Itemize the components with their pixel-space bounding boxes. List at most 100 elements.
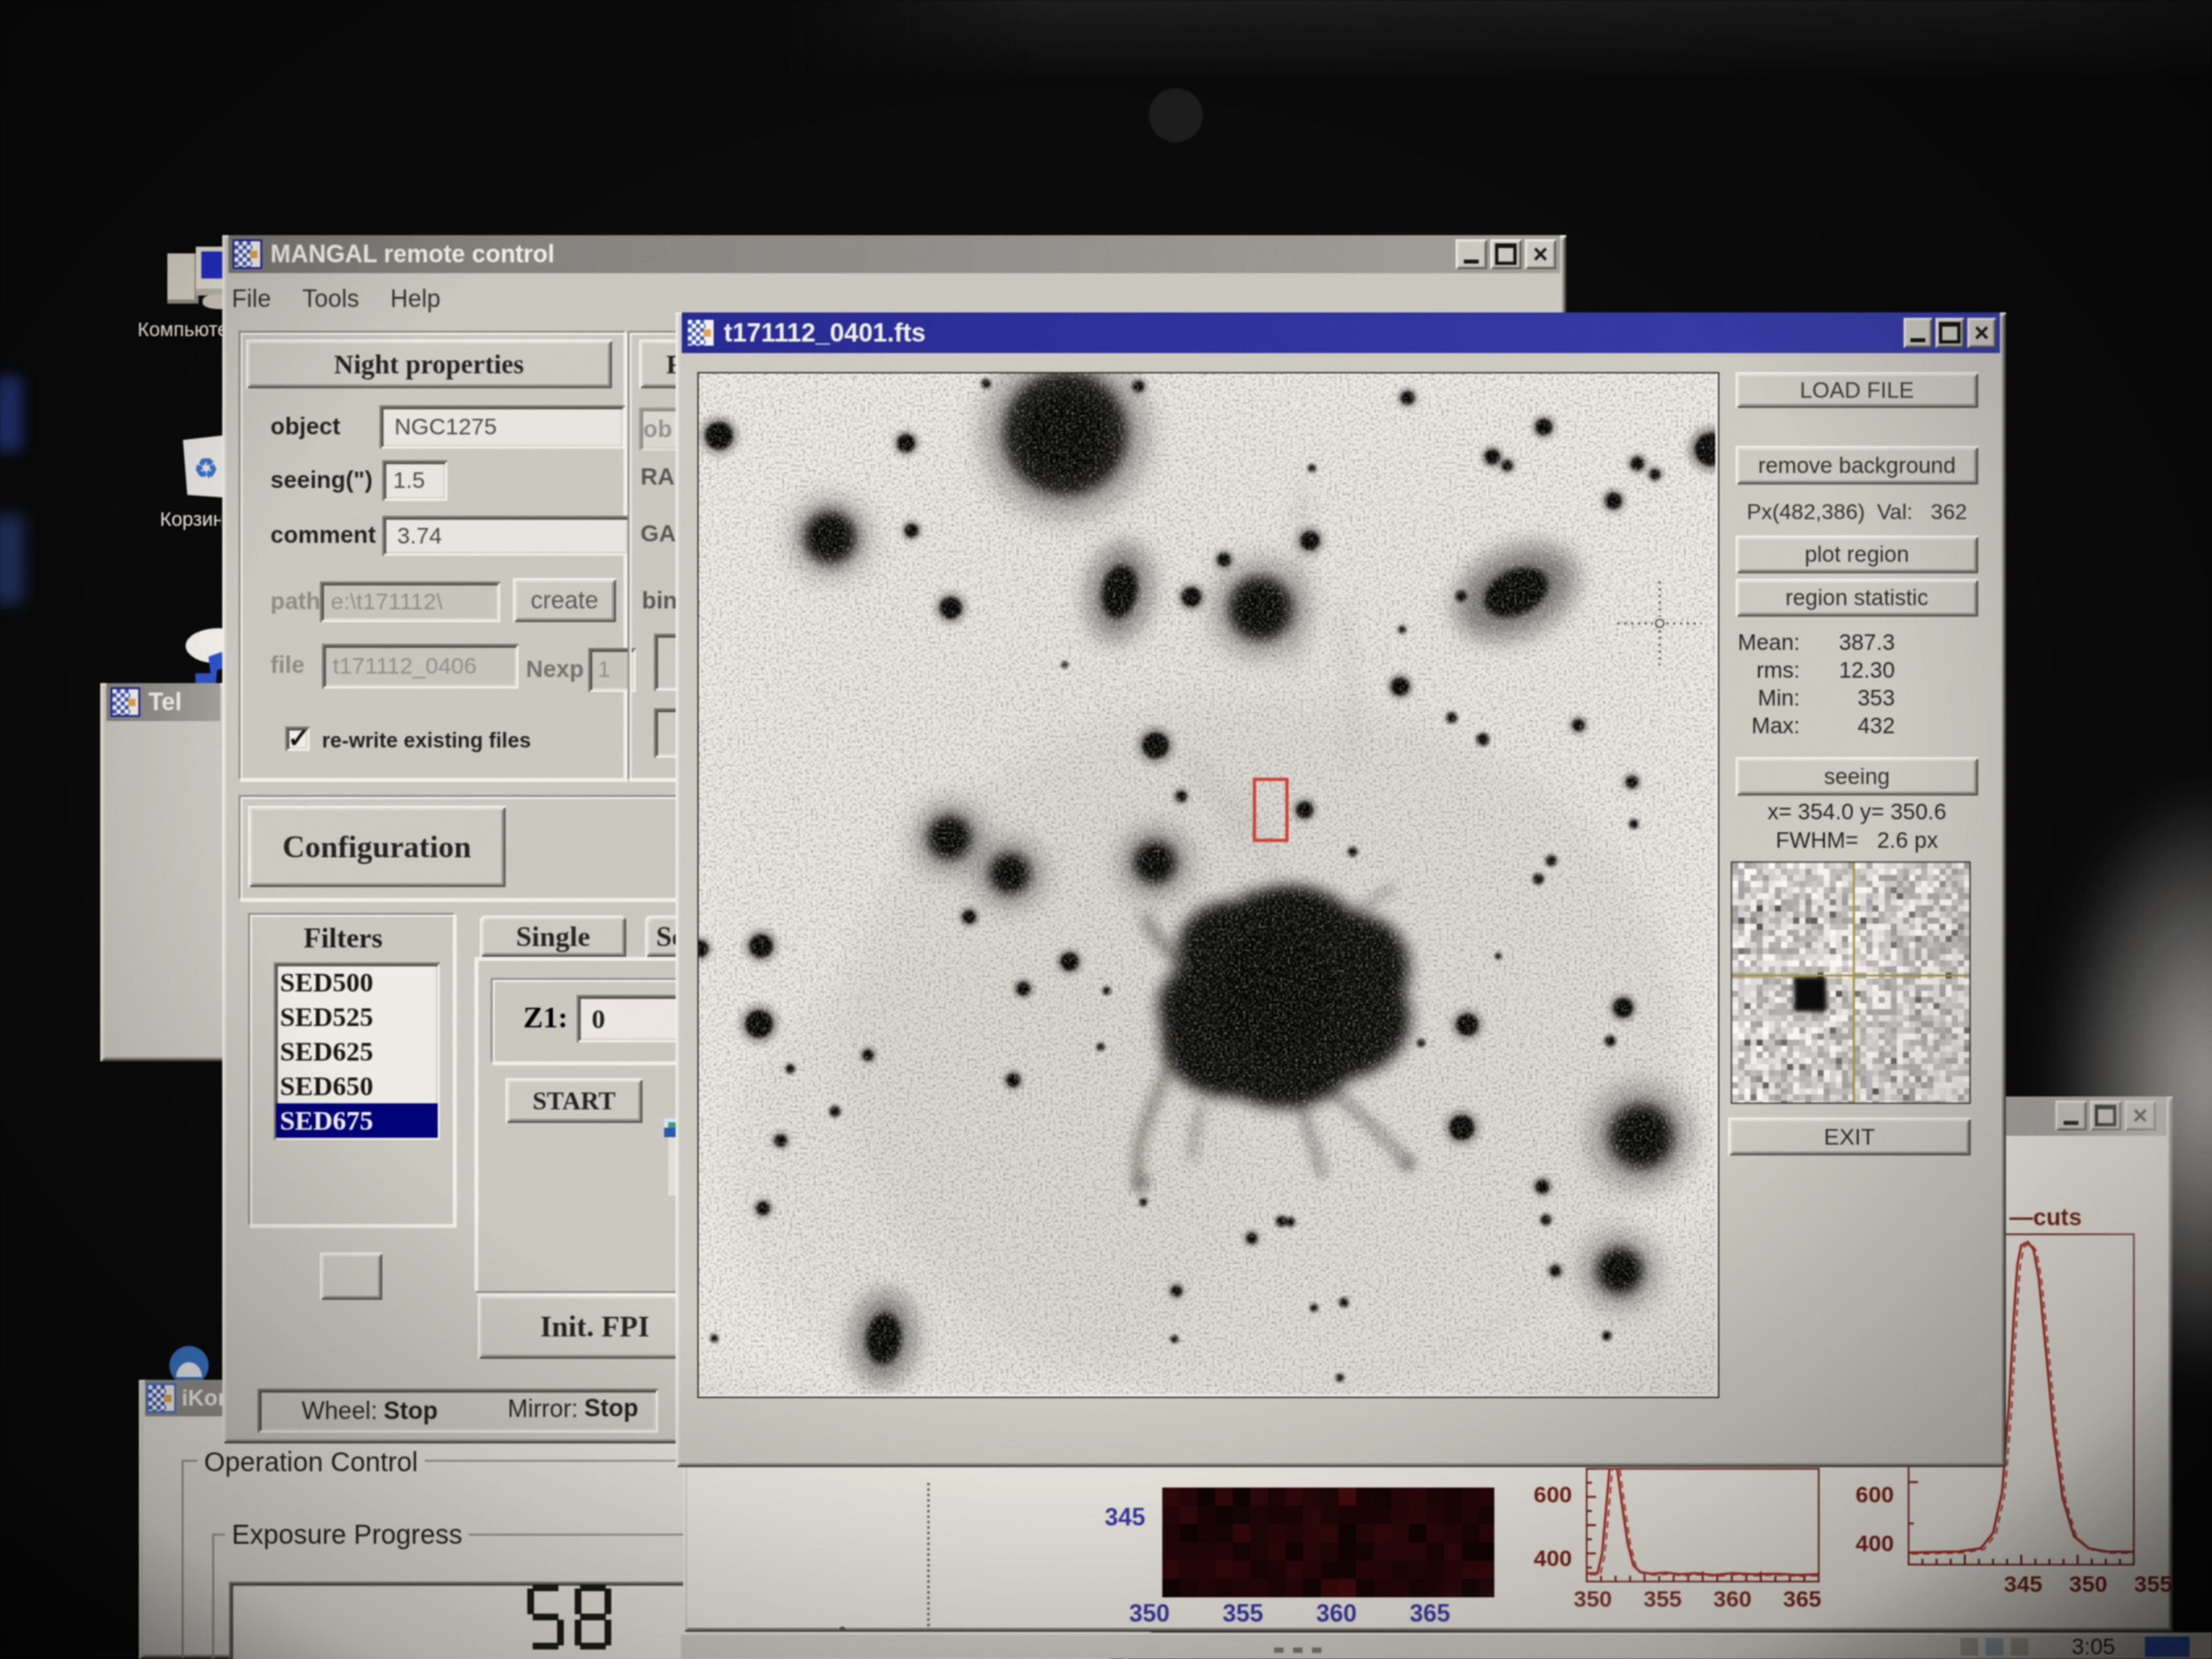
tel-window-titlebar[interactable]: Tel [106,683,220,721]
create-button[interactable]: create [513,578,616,622]
plot-xtick: 350 [2069,1571,2108,1597]
filter-item-sed625[interactable]: SED625 [276,1034,438,1069]
hidden-ra-label: RA [640,463,675,490]
heatmap-xtick: 350 [1129,1599,1170,1628]
stat-row: Min:353 [1736,685,1905,713]
rewrite-check-mark: ✓ [287,722,310,754]
fits-window-buttons: × [1904,318,1996,348]
plot-xtick: 350 [1574,1586,1612,1612]
region-statistic-button[interactable]: region statistic [1736,579,1978,617]
comment-label: comment [270,521,377,548]
cuts-window-buttons: × [2055,1101,2156,1130]
tray-icon-2[interactable] [1986,1638,2003,1656]
rewrite-checkbox[interactable]: ✓ [285,726,310,751]
heatmap-xtick: 355 [1223,1599,1263,1628]
plot-xtick: 360 [1713,1586,1752,1612]
cuts-close-button[interactable]: × [2125,1101,2156,1130]
menu-help[interactable]: Help [390,285,441,313]
thumbnail-crosshair-h [1732,975,1969,977]
fits-titlebar[interactable]: t171112_0401.fts × [682,312,2000,353]
taskbar: 3:05 [681,1633,2212,1659]
menu-file[interactable]: File [232,285,271,313]
mangal-titlebar[interactable]: MANGAL remote control × [228,235,1560,273]
tray-icon-3[interactable] [2011,1638,2028,1656]
mangal-menubar: File Tools Help [232,281,441,316]
fits-viewer-window: t171112_0401.fts × LOAD FILE remove back… [676,312,2006,1467]
region-heatmap [1162,1488,1494,1597]
cut-plot-middle [1586,1468,1820,1582]
fits-maximize-button[interactable] [1936,318,1964,348]
heatmap-ylabel: 345 [1105,1503,1145,1532]
plot-right-ytick-400: 400 [1856,1530,1894,1557]
filter-item-sed500[interactable]: SED500 [276,965,438,1000]
plot-region-button[interactable]: plot region [1736,535,1978,573]
plot-mid-ytick-600: 600 [1534,1481,1572,1508]
bezel-top-band [779,0,2212,75]
heatmap-xtick: 360 [1316,1599,1357,1628]
nexp-label: Nexp [526,655,584,682]
reflection-blue-2 [0,515,23,603]
mangal-maximize-button[interactable] [1490,239,1521,269]
fits-image-canvas[interactable] [697,372,1719,1398]
thumbnail-crosshair-v [1853,863,1855,1103]
filters-listbox[interactable]: SED500SED525SED625SED650SED675 [274,962,440,1140]
night-properties-button[interactable]: Night properties [246,340,612,388]
mangal-window-buttons: × [1456,239,1556,269]
cuts-legend: —cuts [2009,1204,2082,1231]
cuts-splitter[interactable] [927,1483,930,1632]
plot-right-ytick-600: 600 [1856,1481,1894,1508]
cuts-splitter-2 [840,1626,845,1632]
tray-icon-1[interactable] [1961,1638,1978,1656]
filters-header: Filters [304,922,383,954]
seeing-zoom-thumbnail [1731,861,1971,1104]
fits-window-icon [686,318,716,348]
start-button[interactable]: START [506,1078,642,1123]
filter-item-sed675[interactable]: SED675 [276,1103,438,1138]
mirror-value: Stop [584,1394,638,1422]
remove-background-button[interactable]: remove background [1736,446,1978,485]
operation-control-label: Operation Control [197,1447,425,1477]
filters-group: Filters SED500SED525SED625SED650SED675 [248,913,455,1226]
tab-single[interactable]: Single [480,916,626,957]
exit-button[interactable]: EXIT [1728,1118,1971,1155]
plot-right-xticks: 345350355 [1908,1571,2135,1598]
seeing-label: seeing(") [270,466,373,493]
stat-row: Max:432 [1736,713,1905,741]
tel-window-icon [110,687,140,717]
hidden-ga-label: GA [640,520,676,547]
stat-row: rms:12.30 [1736,657,1905,685]
heatmap-xticks: 350355360365 [1122,1599,1529,1626]
tray-blue-icon[interactable] [2145,1637,2190,1657]
my-computer-icon [167,253,199,304]
hidden-bin-label: bin [642,587,677,614]
filter-item-sed650[interactable]: SED650 [276,1069,438,1103]
my-computer-label[interactable]: Компьютер [138,319,222,341]
mangal-title: MANGAL remote control [270,240,554,268]
load-file-button[interactable]: LOAD FILE [1736,372,1978,408]
fits-minimize-button[interactable] [1904,318,1932,348]
object-field[interactable]: NGC1275 [380,405,625,449]
z1-label: Z1: [523,1000,568,1035]
configuration-button[interactable]: Configuration [248,806,506,887]
small-blank-button[interactable] [320,1252,382,1300]
plot-xtick: 355 [2134,1571,2173,1597]
fits-close-button[interactable]: × [1967,318,1996,348]
seeing-field[interactable]: 1.5 [382,460,447,501]
exposure-countdown-display [527,1584,615,1650]
filter-item-sed525[interactable]: SED525 [276,1000,438,1034]
comment-field[interactable]: 3.74 [382,516,630,556]
ikon-window-icon [146,1383,176,1413]
taskbar-quicklaunch-marks [1274,1647,1328,1653]
menu-tools[interactable]: Tools [302,285,359,313]
recycle-bin-label[interactable]: Корзина [160,508,221,531]
mangal-minimize-button[interactable] [1456,239,1487,269]
thumbnail-star [1794,977,1826,1012]
rewrite-label: re-write existing files [322,729,531,753]
path-field: e:\t171112\ [320,581,500,622]
plot-mid-xticks: 350355360365 [1586,1586,1820,1613]
seeing-button[interactable]: seeing [1736,757,1978,796]
mangal-window-icon [232,239,262,269]
cuts-minimize-button[interactable] [2055,1101,2087,1130]
mangal-close-button[interactable]: × [1525,239,1556,269]
cuts-maximize-button[interactable] [2090,1101,2121,1130]
